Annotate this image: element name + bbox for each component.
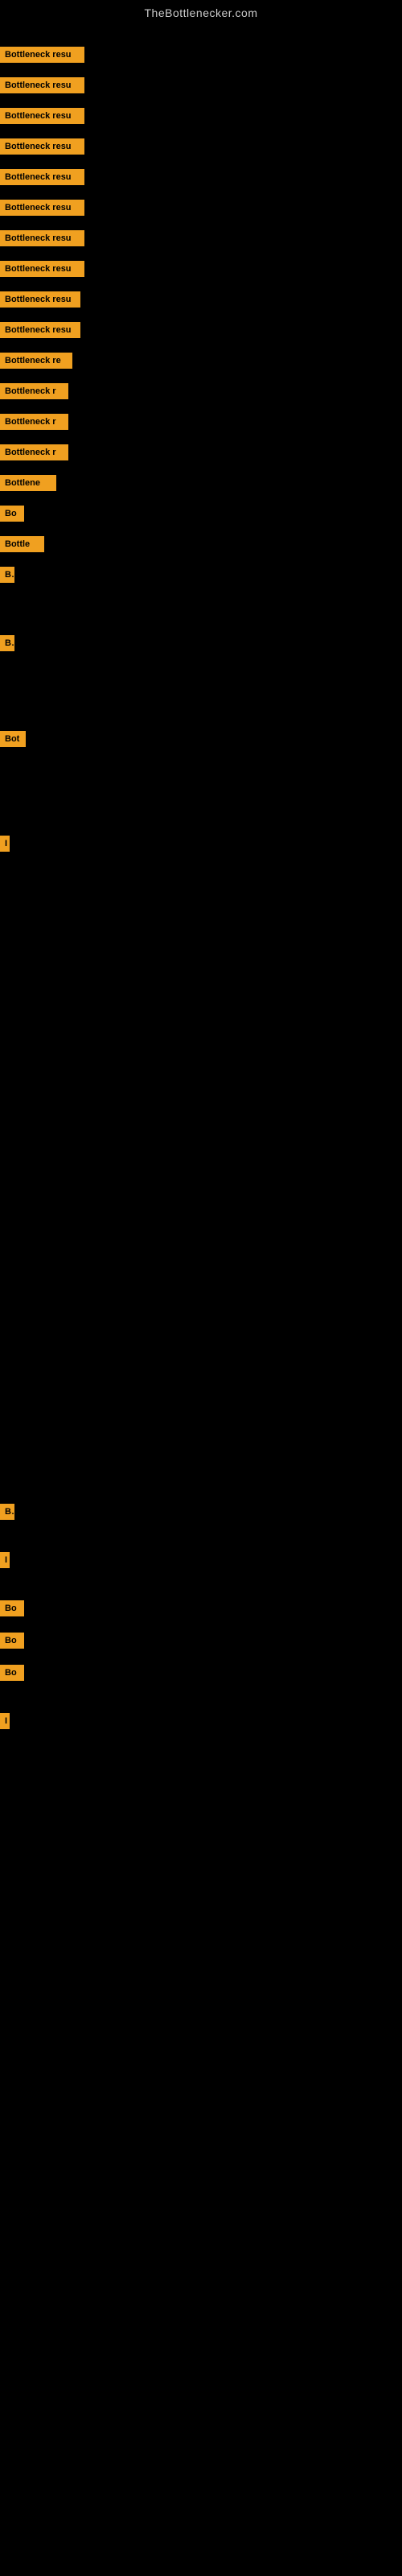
bottleneck-result-button[interactable]: Bottleneck resu [0, 108, 84, 124]
bottleneck-result-button[interactable]: I [0, 1713, 10, 1729]
bottleneck-result-button[interactable]: Bottleneck resu [0, 322, 80, 338]
bottleneck-result-button[interactable]: Bottleneck r [0, 383, 68, 399]
bottleneck-result-button[interactable]: Bottlene [0, 475, 56, 491]
bottleneck-result-button[interactable]: Bottleneck resu [0, 77, 84, 93]
bottleneck-result-button[interactable]: Bottleneck resu [0, 291, 80, 308]
bottleneck-result-button[interactable]: Bo [0, 1600, 24, 1616]
bottleneck-result-button[interactable]: Bottleneck r [0, 414, 68, 430]
site-title: TheBottlenecker.com [0, 0, 402, 23]
bottleneck-result-button[interactable]: Bottleneck resu [0, 230, 84, 246]
bottleneck-result-button[interactable]: I [0, 836, 10, 852]
bottleneck-result-button[interactable]: Bo [0, 1633, 24, 1649]
bottleneck-result-button[interactable]: Bo [0, 1665, 24, 1681]
bottleneck-result-button[interactable]: Bottleneck resu [0, 261, 84, 277]
bottleneck-result-button[interactable]: Bottleneck resu [0, 169, 84, 185]
bottleneck-result-button[interactable]: Bottleneck re [0, 353, 72, 369]
bottleneck-result-button[interactable]: Bottle [0, 536, 44, 552]
bottleneck-result-button[interactable]: B [0, 567, 14, 583]
bottleneck-result-button[interactable]: Bottleneck resu [0, 47, 84, 63]
bottleneck-result-button[interactable]: Bottleneck resu [0, 200, 84, 216]
bottleneck-result-button[interactable]: B [0, 635, 14, 651]
bottleneck-result-button[interactable]: Bottleneck r [0, 444, 68, 460]
bottleneck-result-button[interactable]: B [0, 1504, 14, 1520]
bottleneck-result-button[interactable]: Bottleneck resu [0, 138, 84, 155]
bottleneck-result-button[interactable]: Bot [0, 731, 26, 747]
bottleneck-result-button[interactable]: Bo [0, 506, 24, 522]
bottleneck-result-button[interactable]: I [0, 1552, 10, 1568]
